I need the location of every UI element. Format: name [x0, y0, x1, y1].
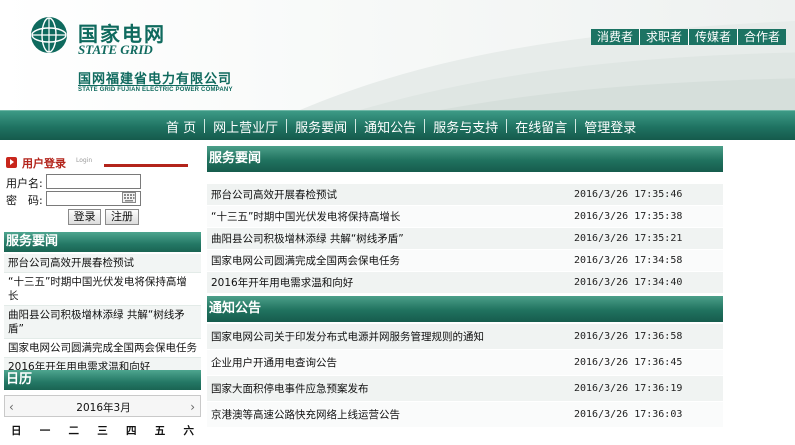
keyboard-icon[interactable] [122, 192, 136, 203]
news-row[interactable]: 曲阳县公司积极增林添绿 共解“树线矛盾” 2016/3/26 17:35:21 [207, 228, 723, 250]
notice-row[interactable]: 企业用户开通用电查询公告 2016/3/26 17:36:45 [207, 350, 723, 376]
notice-date: 2016/3/26 17:36:19 [574, 383, 683, 394]
weekday: 三 [97, 425, 108, 437]
news-title[interactable]: 邢台公司高效开展春检预试 [211, 184, 337, 206]
nav-item-service-news[interactable]: 服务要闻 [287, 117, 355, 136]
chevron-right-icon[interactable]: › [190, 400, 195, 414]
calendar-weekdays: 日 一 二 三 四 五 六 [4, 423, 201, 438]
notice-row[interactable]: 国家大面积停电事件应急预案发布 2016/3/26 17:36:19 [207, 376, 723, 402]
notice-title[interactable]: 京港澳等高速公路快充网络上线运营公告 [211, 402, 400, 428]
side-news-item[interactable]: “十三五”时期中国光伏发电将保持高增长 [4, 273, 201, 306]
portal-link-media[interactable]: 传媒者 [689, 29, 739, 45]
side-news-item[interactable]: 国家电网公司圆满完成全国两会保电任务 [4, 339, 201, 358]
nav-item-online-hall[interactable]: 网上营业厅 [205, 117, 286, 136]
news-title[interactable]: “十三五”时期中国光伏发电将保持高增长 [211, 206, 400, 228]
news-section-header: 服务要闻 [207, 146, 723, 172]
news-list: 邢台公司高效开展春检预试 2016/3/26 17:35:46 “十三五”时期中… [207, 184, 723, 294]
header-swoosh-decoration [300, 21, 795, 110]
login-header-rule [104, 164, 188, 167]
weekday: 五 [154, 425, 166, 437]
company-divider [78, 85, 218, 86]
notice-title[interactable]: 国家电网公司关于印发分布式电源并网服务管理规则的通知 [211, 324, 484, 350]
arrow-right-icon [6, 157, 17, 168]
nav-item-service-support[interactable]: 服务与支持 [425, 117, 506, 136]
weekday: 日 [11, 425, 22, 437]
side-news-item[interactable]: 邢台公司高效开展春检预试 [4, 254, 201, 273]
calendar-month-bar: ‹ 2016年3月 › [4, 395, 201, 417]
site-header: 国家电网 STATE GRID 国网福建省电力有限公司 STATE GRID F… [0, 0, 795, 110]
main-nav: 首 页 网上营业厅 服务要闻 通知公告 服务与支持 在线留言 管理登录 [0, 110, 795, 140]
news-date: 2016/3/26 17:35:21 [574, 233, 683, 244]
login-title-en: Login [76, 157, 93, 164]
password-label: 密 码: [6, 194, 43, 207]
side-news-list: 邢台公司高效开展春检预试 “十三五”时期中国光伏发电将保持高增长 曲阳县公司积极… [4, 254, 201, 377]
calendar-month: 2016年3月 [76, 402, 131, 414]
notice-date: 2016/3/26 17:36:03 [574, 409, 683, 420]
notice-title[interactable]: 国家大面积停电事件应急预案发布 [211, 376, 369, 402]
news-date: 2016/3/26 17:35:38 [574, 211, 683, 222]
login-button[interactable]: 登录 [68, 209, 101, 225]
side-news-item[interactable]: 曲阳县公司积极增林添绿 共解“树线矛盾” [4, 306, 201, 339]
notice-date: 2016/3/26 17:36:58 [574, 331, 683, 342]
nav-item-admin-login[interactable]: 管理登录 [576, 117, 644, 136]
news-date: 2016/3/26 17:34:40 [574, 277, 683, 288]
portal-link-consumer[interactable]: 消费者 [591, 29, 641, 45]
company-name-en: STATE GRID FUJIAN ELECTRIC POWER COMPANY [78, 87, 233, 93]
register-button[interactable]: 注册 [105, 209, 139, 225]
news-row[interactable]: 邢台公司高效开展春检预试 2016/3/26 17:35:46 [207, 184, 723, 206]
portal-link-partner[interactable]: 合作者 [738, 29, 787, 45]
news-date: 2016/3/26 17:35:46 [574, 189, 683, 200]
news-row[interactable]: 2016年开年用电需求温和向好 2016/3/26 17:34:40 [207, 272, 723, 294]
news-date: 2016/3/26 17:34:58 [574, 255, 683, 266]
portal-links: 消费者 求职者 传媒者 合作者 [591, 29, 787, 45]
login-title: 用户登录 [22, 157, 66, 170]
notice-row[interactable]: 京港澳等高速公路快充网络上线运营公告 2016/3/26 17:36:03 [207, 402, 723, 428]
calendar-header: 日历 [4, 370, 201, 390]
news-row[interactable]: “十三五”时期中国光伏发电将保持高增长 2016/3/26 17:35:38 [207, 206, 723, 228]
notice-list: 国家电网公司关于印发分布式电源并网服务管理规则的通知 2016/3/26 17:… [207, 324, 723, 428]
login-panel-header: 用户登录 Login [4, 156, 201, 170]
left-sidebar: 用户登录 Login 用户名: 密 码: 登录 注册 服务要闻 邢台公司高效开展… [4, 150, 201, 445]
weekday: 二 [68, 425, 80, 437]
state-grid-logo-icon [31, 17, 67, 53]
news-title[interactable]: 国家电网公司圆满完成全国两会保电任务 [211, 250, 400, 272]
nav-item-home[interactable]: 首 页 [158, 117, 204, 136]
news-row[interactable]: 国家电网公司圆满完成全国两会保电任务 2016/3/26 17:34:58 [207, 250, 723, 272]
username-label: 用户名: [6, 177, 43, 190]
nav-item-online-message[interactable]: 在线留言 [507, 117, 575, 136]
news-title[interactable]: 曲阳县公司积极增林添绿 共解“树线矛盾” [211, 228, 404, 250]
notice-date: 2016/3/26 17:36:45 [574, 357, 683, 368]
brand-name-en: STATE GRID [78, 42, 153, 57]
notice-row[interactable]: 国家电网公司关于印发分布式电源并网服务管理规则的通知 2016/3/26 17:… [207, 324, 723, 350]
notice-title[interactable]: 企业用户开通用电查询公告 [211, 350, 337, 376]
weekday: 六 [183, 425, 195, 437]
nav-item-notices[interactable]: 通知公告 [356, 117, 424, 136]
username-input[interactable] [46, 174, 141, 189]
weekday: 四 [126, 425, 137, 437]
portal-link-job-seeker[interactable]: 求职者 [640, 29, 690, 45]
notice-section-header: 通知公告 [207, 296, 723, 322]
side-news-header: 服务要闻 [4, 232, 201, 252]
news-title[interactable]: 2016年开年用电需求温和向好 [211, 272, 353, 294]
weekday: 一 [39, 425, 51, 437]
